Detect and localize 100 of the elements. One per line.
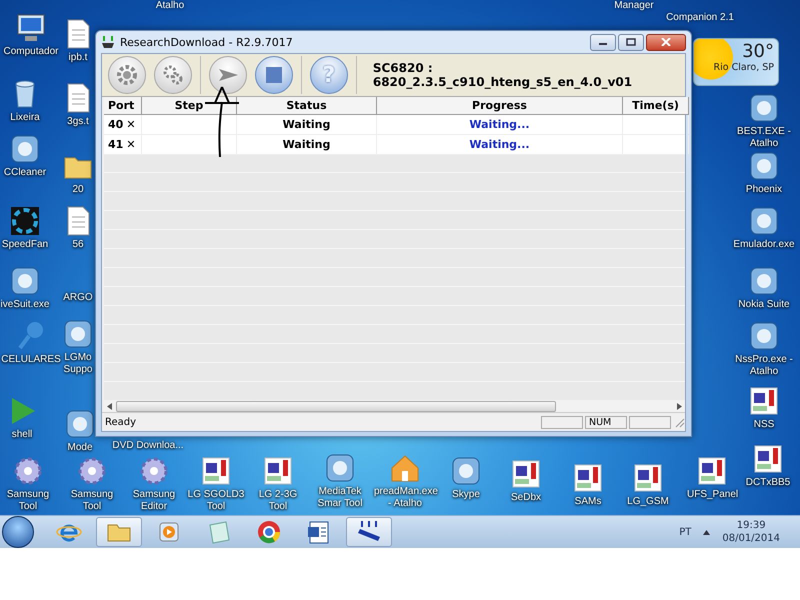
icon-label[interactable]: Manager [614, 0, 654, 11]
icon-label[interactable]: Nokia Suite [738, 299, 790, 310]
progress-cell: Waiting... [377, 115, 623, 134]
program-icon[interactable] [62, 318, 94, 350]
gear-icon[interactable] [12, 455, 44, 487]
icon-label[interactable]: 20 [72, 184, 84, 196]
icon-label[interactable]: SeDbx [510, 492, 541, 504]
gears-icon [162, 64, 184, 86]
icon-label[interactable]: ARGO [63, 292, 93, 304]
computer-icon[interactable] [15, 12, 47, 44]
settings-button[interactable] [108, 56, 146, 94]
right-arrow-icon [677, 402, 682, 410]
column-header[interactable]: Progress [377, 97, 623, 115]
icon-label[interactable]: UFS_Panel [687, 489, 737, 500]
icon-label[interactable]: Phoenix [746, 184, 782, 196]
icon-label[interactable]: NssPro.exe - Atalho [730, 354, 798, 377]
program-icon[interactable] [9, 133, 41, 165]
device-icon[interactable] [200, 455, 232, 487]
close-icon [661, 38, 671, 46]
program-icon[interactable] [748, 205, 780, 237]
clock[interactable]: 19:39 08/01/2014 [722, 520, 780, 544]
icon-label[interactable]: LGMo Suppo [63, 352, 93, 375]
app-icon [101, 35, 115, 49]
port-cell: 41 [108, 138, 124, 151]
icon-label[interactable]: Emulador.exe [733, 239, 795, 250]
icon-label[interactable]: shell [12, 429, 32, 440]
icon-label[interactable]: Samsung Tool [0, 489, 56, 512]
location-label: Rio Claro, SP [714, 62, 774, 73]
device-icon[interactable] [262, 455, 294, 487]
column-header[interactable]: Status [237, 97, 377, 115]
help-button[interactable]: ? [310, 56, 348, 94]
icon-label[interactable]: DCTxBB5 [746, 477, 790, 488]
icon-label[interactable]: Atalho [156, 0, 184, 11]
status-cell: Waiting [237, 115, 377, 134]
icon-label[interactable]: DVD Downloa... [112, 440, 184, 452]
chrome-icon [256, 519, 282, 545]
program-icon[interactable] [748, 150, 780, 182]
icon-label[interactable]: Mode [67, 442, 92, 454]
temperature: 30° [742, 41, 774, 62]
gear-icon[interactable] [76, 455, 108, 487]
horizontal-scrollbar[interactable] [104, 400, 685, 412]
device-icon[interactable] [752, 443, 784, 475]
gear-icon[interactable] [138, 455, 170, 487]
icon-label[interactable]: BEST.EXE - Atalho [730, 126, 798, 149]
icon-label[interactable]: iveSuit.exe [0, 299, 50, 310]
port-mark: ✕ [126, 138, 136, 151]
fan-icon[interactable] [9, 205, 41, 237]
gear-icon [116, 64, 138, 86]
left-arrow-icon [107, 402, 112, 410]
icon-label[interactable]: Computador [3, 46, 59, 58]
icon-label[interactable]: Companion 2.1 [666, 12, 734, 23]
stop-button[interactable] [254, 56, 293, 94]
device-icon[interactable] [632, 462, 664, 494]
progress-cell: Waiting... [377, 135, 623, 154]
icon-label[interactable]: 3gs.t [67, 116, 89, 128]
window-title: ResearchDownload - R2.9.7017 [120, 36, 294, 48]
start-button[interactable] [208, 56, 247, 94]
icon-label[interactable]: CELULARES [1, 354, 61, 366]
program-icon[interactable] [748, 265, 780, 297]
taskbar-button[interactable] [346, 517, 392, 547]
port-cell: 40 [108, 118, 124, 131]
program-icon[interactable] [324, 452, 356, 484]
scroll-thumb[interactable] [116, 400, 556, 412]
column-header[interactable]: Time(s) [623, 97, 689, 115]
status-panel [629, 416, 671, 428]
icon-label[interactable]: SAMs [574, 496, 602, 508]
close-button[interactable] [646, 34, 686, 50]
icon-label[interactable]: SpeedFan [2, 239, 48, 250]
icon-label[interactable]: CCleaner [4, 167, 46, 178]
status-panel [541, 416, 583, 428]
device-icon[interactable] [510, 458, 542, 490]
port-mark: ✕ [126, 118, 136, 131]
device-icon[interactable] [572, 462, 604, 494]
program-icon[interactable] [748, 320, 780, 352]
num-lock-indicator: NUM [585, 416, 627, 428]
icon-label[interactable]: ipb.t [68, 52, 88, 64]
icon-label[interactable]: 56 [72, 239, 84, 250]
device-icon[interactable] [748, 385, 780, 417]
program-icon[interactable] [450, 455, 482, 487]
icon-label[interactable]: Lixeira [10, 112, 40, 124]
settings-button[interactable] [154, 56, 192, 94]
column-header[interactable]: Port [104, 97, 142, 115]
icon-label[interactable]: LG_GSM [627, 496, 669, 508]
device-icon[interactable] [696, 455, 728, 487]
program-icon[interactable] [748, 92, 780, 124]
program-icon[interactable] [9, 265, 41, 297]
start-button[interactable] [2, 516, 34, 548]
column-header[interactable]: Step [142, 97, 237, 115]
icon-label[interactable]: Samsung Tool [64, 489, 120, 512]
icon-label[interactable]: LG SGOLD3 Tool [187, 489, 245, 512]
program-icon[interactable] [64, 408, 96, 440]
language-indicator[interactable]: PT [679, 526, 692, 538]
icon-label[interactable]: Samsung Editor [126, 489, 182, 512]
resize-grip-icon [673, 416, 685, 428]
maximize-button[interactable] [618, 34, 644, 50]
icon-label[interactable]: NSS [754, 419, 774, 430]
firmware-label: SC6820 : 6820_2.3.5_c910_hteng_s5_en_4.0_v01 [372, 61, 634, 89]
up-caret-icon [703, 530, 710, 534]
stop-icon [264, 66, 283, 84]
minimize-button[interactable] [590, 34, 616, 50]
